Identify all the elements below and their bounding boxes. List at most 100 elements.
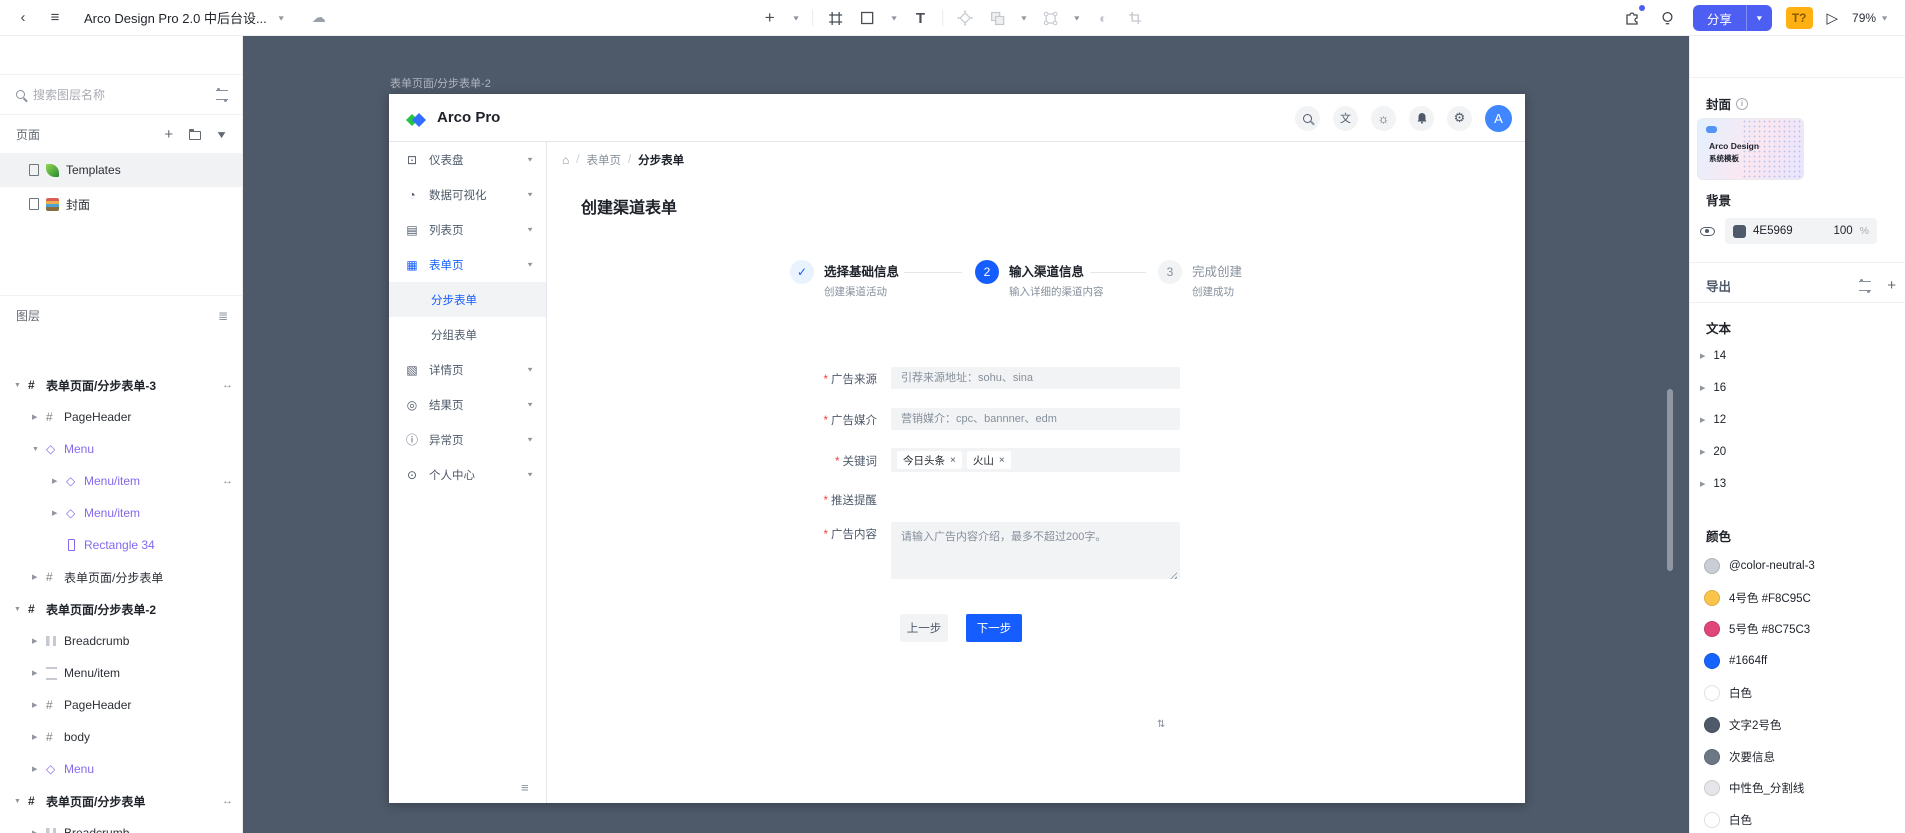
info-icon[interactable]: i — [1736, 98, 1748, 110]
layer-expand-icon[interactable] — [32, 573, 46, 581]
expand-triangle-icon[interactable]: ▶ — [1700, 352, 1705, 360]
mock-menu-item[interactable]: ▦ 表单页 ▼ — [389, 247, 546, 282]
text-size-row[interactable]: ▶ 13 — [1690, 468, 1905, 500]
layer-expand-icon[interactable] — [32, 413, 46, 421]
boolean-dropdown-icon[interactable]: ▼ — [1020, 14, 1029, 22]
color-style-row[interactable]: 次要信息 — [1690, 741, 1905, 773]
expand-triangle-icon[interactable]: ▶ — [1700, 480, 1705, 488]
title-dropdown-icon[interactable]: ▼ — [277, 14, 286, 22]
text-size-row[interactable]: ▶ 14 — [1690, 340, 1905, 372]
mock-menu-item[interactable]: ▧ 详情页 ▼ — [389, 352, 546, 387]
layer-row[interactable]: PageHeader ↔ — [0, 689, 243, 721]
layer-expand-icon[interactable] — [32, 669, 46, 677]
layer-row[interactable]: Menu/item ↔ — [0, 657, 243, 689]
frame-label[interactable]: 表单页面/分步表单-2 — [390, 75, 491, 91]
layer-row[interactable]: 表单页面/分步表单-3 ↔ — [0, 369, 243, 401]
boolean-shapes-icon[interactable] — [988, 6, 1008, 30]
visibility-eye-icon[interactable] — [1700, 227, 1715, 236]
tag-sort-icon[interactable]: ⇅ — [1157, 719, 1165, 730]
remove-tag-icon[interactable]: × — [950, 455, 956, 466]
layer-expand-icon[interactable] — [32, 733, 46, 741]
expand-triangle-icon[interactable]: ▶ — [1700, 384, 1705, 392]
previous-step-button[interactable]: 上一步 — [900, 614, 948, 642]
vector-points-icon[interactable] — [1040, 6, 1060, 30]
idea-lightbulb-icon[interactable] — [1657, 7, 1679, 29]
pages-collapse-icon[interactable]: ▼ — [215, 128, 228, 140]
layer-row[interactable]: body ↔ — [0, 721, 243, 753]
mock-menu-item[interactable]: ⓘ 异常页 ▼ — [389, 422, 546, 457]
main-menu-icon[interactable]: ≡ — [44, 7, 66, 29]
background-color-swatch[interactable] — [1733, 225, 1746, 238]
layer-expand-icon[interactable] — [52, 509, 66, 517]
document-title[interactable]: Arco Design Pro 2.0 中后台设... — [84, 8, 267, 27]
layer-expand-icon[interactable] — [14, 798, 28, 805]
layer-expand-icon[interactable] — [32, 637, 46, 645]
expand-triangle-icon[interactable]: ▶ — [1700, 448, 1705, 456]
mock-user-avatar[interactable]: A — [1485, 105, 1512, 132]
mock-settings-gear-icon[interactable]: ⚙ — [1447, 106, 1472, 131]
color-style-row[interactable]: 4号色 #F8C95C — [1690, 582, 1905, 614]
add-page-icon[interactable]: + — [164, 126, 173, 143]
ad-medium-input[interactable] — [891, 408, 1180, 430]
canvas[interactable]: 表单页面/分步表单-2 Arco Pro 文 ☼ ⚙ — [243, 36, 1689, 833]
insert-tool-icon[interactable]: + — [760, 6, 780, 30]
keyword-tag[interactable]: 今日头条 × — [897, 451, 962, 469]
crop-tool-icon[interactable] — [1125, 6, 1145, 30]
color-style-row[interactable]: 白色 — [1690, 804, 1905, 833]
mock-menu-item[interactable]: ⊡ 仪表盘 ▼ — [389, 142, 546, 177]
mock-language-icon[interactable]: 文 — [1333, 106, 1358, 131]
mock-menu-item[interactable]: ⊙ 个人中心 ▼ — [389, 457, 546, 492]
layer-row[interactable]: 表单页面/分步表单 ↔ — [0, 785, 243, 817]
layer-row[interactable]: Breadcrumb ↔ — [0, 625, 243, 657]
layer-search-bar[interactable]: 搜索图层名称 — [0, 75, 242, 115]
page-folder-icon[interactable] — [189, 131, 201, 140]
color-style-row[interactable]: 中性色_分割线 — [1690, 773, 1905, 805]
color-style-row[interactable]: 文字2号色 — [1690, 709, 1905, 741]
collapse-layers-icon[interactable]: ≣ — [218, 309, 228, 323]
next-step-button[interactable]: 下一步 — [966, 614, 1022, 642]
back-icon[interactable]: ‹ — [12, 7, 34, 29]
layer-row[interactable]: 表单页面/分步表单 ↔ — [0, 561, 243, 593]
zoom-level-control[interactable]: 79% ▼ — [1852, 11, 1889, 25]
mock-menu-item[interactable]: 分组表单 ▼ — [389, 317, 546, 352]
color-style-row[interactable]: @color-neutral-3 — [1690, 550, 1905, 582]
search-input[interactable]: 搜索图层名称 — [33, 86, 208, 103]
color-style-row[interactable]: #1664ff — [1690, 645, 1905, 677]
background-opacity-value[interactable]: 100 — [1833, 225, 1852, 237]
mock-theme-icon[interactable]: ☼ — [1371, 106, 1396, 131]
layer-row[interactable]: 表单页面/分步表单-2 ↔ — [0, 593, 243, 625]
keywords-tag-field[interactable]: 今日头条 × 火山 × — [891, 448, 1180, 472]
mock-menu-item[interactable]: 分步表单 ▼ — [389, 282, 546, 317]
text-size-row[interactable]: ▶ 16 — [1690, 372, 1905, 404]
color-style-row[interactable]: 白色 — [1690, 677, 1905, 709]
canvas-scrollbar[interactable] — [1667, 389, 1673, 571]
text-size-row[interactable]: ▶ 20 — [1690, 436, 1905, 468]
ad-content-textarea[interactable] — [891, 522, 1180, 579]
layer-row[interactable]: Menu/item ↔ — [0, 465, 243, 497]
add-export-icon[interactable]: + — [1887, 277, 1896, 294]
shape-dropdown-icon[interactable]: ▼ — [890, 14, 899, 22]
text-size-row[interactable]: ▶ 12 — [1690, 404, 1905, 436]
insert-dropdown-icon[interactable]: ▼ — [792, 14, 801, 22]
layer-expand-icon[interactable] — [32, 701, 46, 709]
share-button-label[interactable]: 分享 — [1693, 5, 1746, 31]
background-color-control[interactable]: 4E5969 100 % — [1725, 218, 1877, 244]
color-style-row[interactable]: 5号色 #8C75C3 — [1690, 614, 1905, 646]
plugins-icon[interactable] — [1621, 7, 1643, 29]
contrast-tool-icon[interactable]: ◐ — [1093, 6, 1113, 30]
export-settings-icon[interactable] — [1859, 281, 1871, 291]
mock-sidebar-collapse-icon[interactable]: ≡ — [521, 780, 529, 795]
mock-search-icon[interactable] — [1295, 106, 1320, 131]
mock-menu-item[interactable]: ◎ 结果页 ▼ — [389, 387, 546, 422]
layer-expand-icon[interactable] — [14, 382, 28, 389]
layer-expand-icon[interactable] — [52, 477, 66, 485]
page-list-item[interactable]: 封面 — [0, 187, 242, 221]
background-hex-value[interactable]: 4E5969 — [1753, 225, 1826, 237]
layer-row[interactable]: Rectangle 34 ↔ — [0, 529, 243, 561]
layer-row[interactable]: Menu ↔ — [0, 433, 243, 465]
shape-tool-icon[interactable] — [858, 6, 878, 30]
cover-thumbnail[interactable]: Arco Design 系统模板 — [1697, 118, 1804, 180]
layer-expand-icon[interactable] — [32, 446, 46, 453]
remove-tag-icon[interactable]: × — [999, 455, 1005, 466]
design-frame[interactable]: Arco Pro 文 ☼ ⚙ A ⊡ 仪表盘 — [389, 94, 1525, 803]
